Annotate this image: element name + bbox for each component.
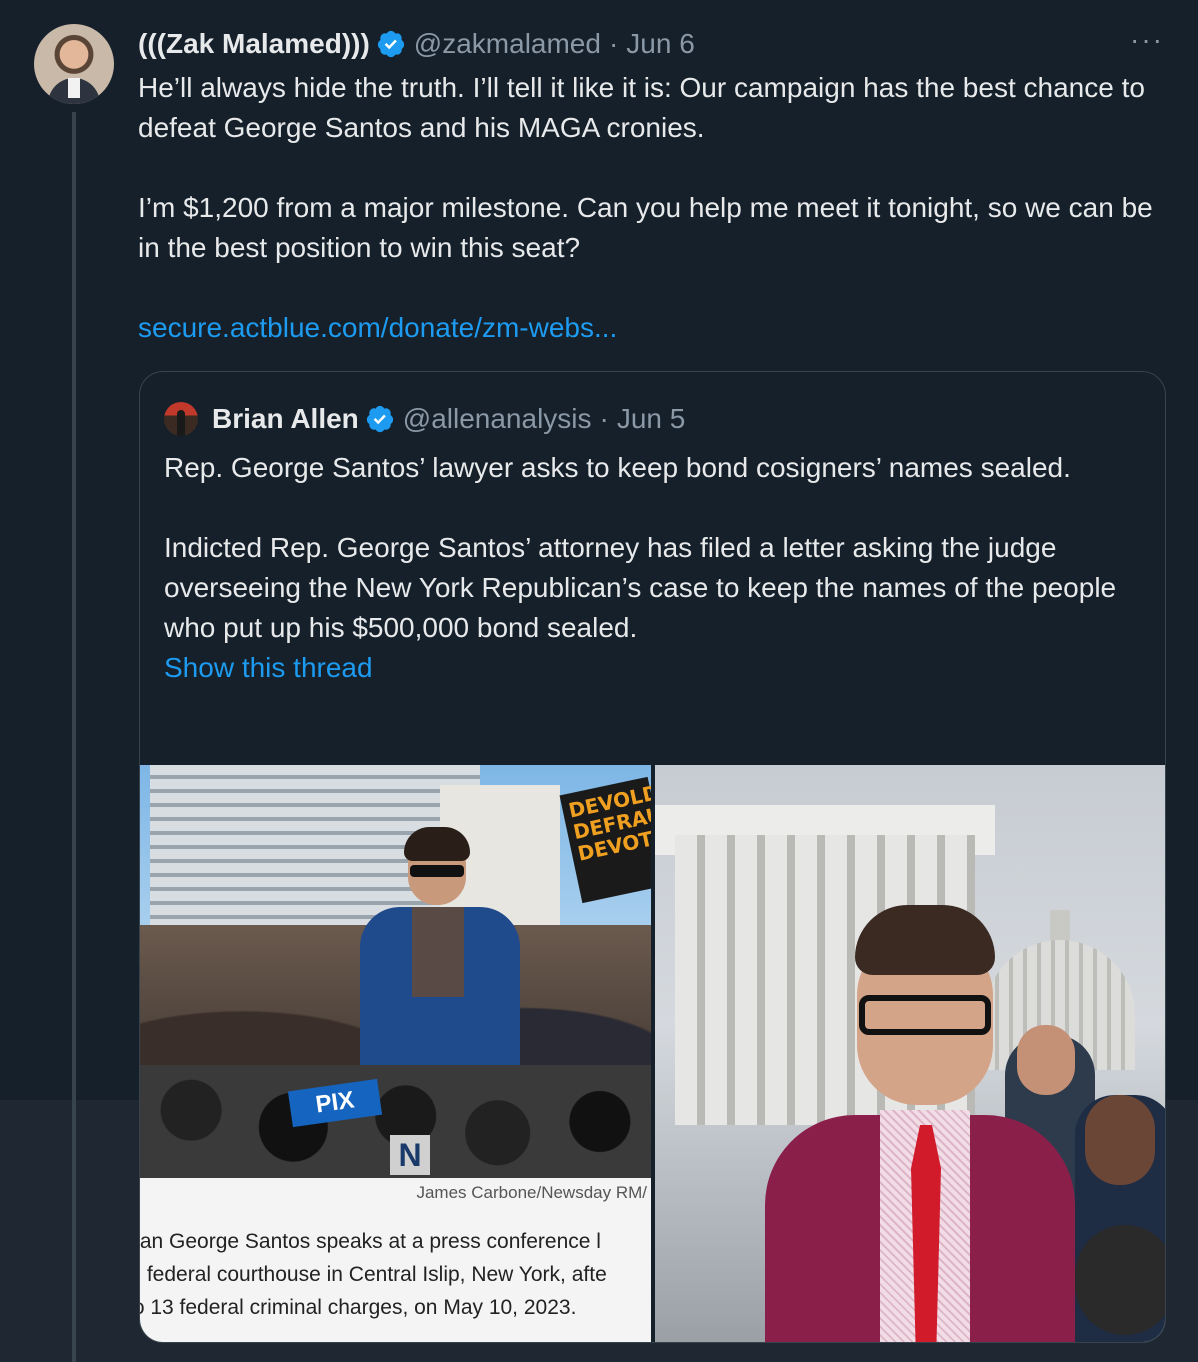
sunglasses [410,865,464,877]
glasses [859,995,991,1035]
mic-flag-n: N [390,1135,430,1175]
man-in-maroon-suit [765,865,1075,1342]
photo-caption: ıan George Santos speaks at a press conf… [140,1225,651,1324]
verified-badge-icon [377,30,404,58]
media-image-capitol[interactable] [655,765,1165,1342]
author-name[interactable]: (((Zak Malamed))) [138,28,370,60]
tweet-date[interactable]: Jun 6 [626,28,695,60]
media-image-press-conference[interactable]: DEVOLD DEFRAU DEVOTE PIX N James Carbone… [140,765,651,1342]
quote-author-avatar[interactable] [164,402,198,436]
quote-author-handle[interactable]: @allenanalysis [403,403,592,435]
quote-header: Brian Allen @allenanalysis · Jun 5 [164,402,685,436]
avatar-figure [177,410,185,436]
thread-line [72,112,76,1362]
microphone [1075,1225,1165,1335]
separator-dot: · [599,403,609,434]
press-conference-photo: DEVOLD DEFRAU DEVOTE PIX N [140,765,651,1178]
more-options-icon[interactable]: ··· [1130,24,1164,56]
quote-paragraph-2: Indicted Rep. George Santos’ attorney ha… [164,532,1117,643]
quote-media: DEVOLD DEFRAU DEVOTE PIX N James Carbone… [140,765,1165,1342]
tweet-paragraph-2: I’m $1,200 from a major milestone. Can y… [138,192,1153,263]
hair [404,827,470,861]
quoted-tweet[interactable]: Brian Allen @allenanalysis · Jun 5 Rep. … [139,371,1166,1343]
quote-body: Rep. George Santos’ lawyer asks to keep … [164,448,1154,688]
background-person-2-head [1085,1095,1155,1185]
red-tie [911,1125,941,1342]
caption-line: · federal courthouse in Central Islip, N… [140,1263,607,1286]
quote-date[interactable]: Jun 5 [617,403,686,435]
hair [855,905,995,975]
show-thread-link[interactable]: Show this thread [164,648,1154,688]
separator-dot: · [608,28,619,59]
author-handle[interactable]: @zakmalamed [414,28,601,60]
sweater [412,907,464,997]
donate-link[interactable]: secure.actblue.com/donate/zm-webs... [138,308,1168,348]
caption-line: ıan George Santos speaks at a press conf… [140,1230,601,1253]
tweet-paragraph-1: He’ll always hide the truth. I’ll tell i… [138,72,1145,143]
tweet-body: He’ll always hide the truth. I’ll tell i… [138,68,1168,348]
author-avatar[interactable] [34,24,114,104]
quote-author-name[interactable]: Brian Allen [212,403,359,435]
verified-badge-icon [366,405,393,433]
protest-sign: DEVOLD DEFRAU DEVOTE [559,776,651,904]
tweet[interactable]: (((Zak Malamed))) @zakmalamed · Jun 6 ··… [0,0,1198,1362]
tweet-header: (((Zak Malamed))) @zakmalamed · Jun 6 [138,24,695,64]
photo-credit: James Carbone/Newsday RM/ [416,1183,647,1202]
caption-line: ɔ 13 federal criminal charges, on May 10… [140,1296,577,1319]
quote-paragraph-1: Rep. George Santos’ lawyer asks to keep … [164,452,1071,483]
avatar-collar [68,78,80,98]
